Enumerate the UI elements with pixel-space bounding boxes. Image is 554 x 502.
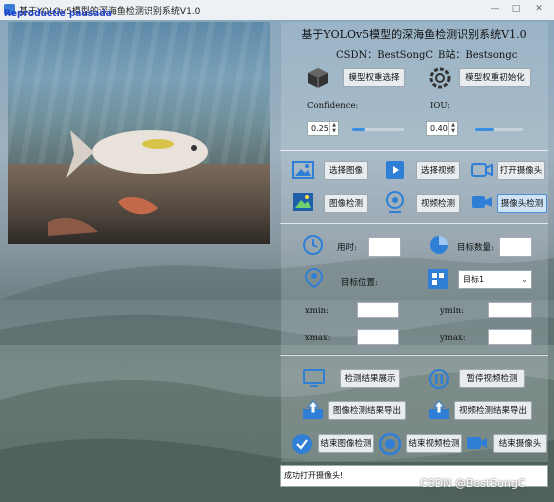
ymax-label: ymax: — [440, 333, 466, 343]
select-image-button[interactable]: 选择图像 — [324, 161, 368, 180]
close-button[interactable]: ✕ — [532, 3, 546, 16]
camera-off-icon — [467, 437, 487, 449]
webcam-icon — [386, 191, 404, 213]
export-icon — [429, 400, 449, 419]
video-display — [8, 22, 270, 244]
iou-value: 0.40 — [430, 124, 448, 133]
target-select-value: 目标1 — [463, 275, 485, 284]
confidence-slider-fill — [352, 128, 365, 131]
iou-spinbox[interactable]: 0.40 ▲ ▼ — [426, 121, 458, 136]
status-message: 成功打开摄像头! — [284, 471, 344, 480]
export-video-results-button[interactable]: 视频检测结果导出 — [454, 401, 532, 420]
app-window: 基于YOLOv5模型的深海鱼检测识别系统V1.0 — □ ✕ Reproduct… — [0, 0, 554, 502]
iou-label: IOU: — [430, 101, 451, 111]
select-video-button[interactable]: 选择视频 — [416, 161, 460, 180]
export-icon — [303, 400, 323, 419]
ymin-label: ymin: — [440, 306, 464, 316]
position-label: 目标位置: — [341, 278, 378, 288]
end-image-detect-button[interactable]: 结束图像检测 — [318, 434, 374, 453]
chevron-down-icon: ⌄ — [521, 275, 528, 284]
clock-icon — [303, 235, 323, 255]
xmin-box — [357, 302, 399, 318]
end-camera-button[interactable]: 结束摄像头 — [493, 434, 547, 453]
init-weights-button[interactable]: 模型权重初始化 — [459, 68, 531, 87]
image-detect-icon — [293, 193, 313, 211]
video-file-icon — [386, 161, 404, 179]
xmin-label: xmin: — [305, 306, 329, 316]
target-select[interactable]: 目标1 ⌄ — [458, 270, 532, 289]
iou-slider-fill — [475, 128, 495, 131]
confidence-spinbox[interactable]: 0.25 ▲ ▼ — [307, 121, 339, 136]
camcorder-icon — [472, 196, 492, 208]
video-detect-button[interactable]: 视频检测 — [416, 194, 460, 213]
app-heading: 基于YOLOv5模型的深海鱼检测识别系统V1.0 — [301, 28, 527, 41]
ymin-box — [488, 302, 532, 318]
confidence-value: 0.25 — [311, 124, 329, 133]
monitor-icon — [303, 369, 325, 387]
confidence-label: Confidence: — [307, 101, 359, 111]
time-label: 用时: — [337, 243, 357, 253]
page-watermark: CSDN @BestSongC — [420, 477, 526, 490]
maximize-button[interactable]: □ — [509, 3, 523, 16]
spin-arrows-icon[interactable]: ▲ ▼ — [448, 122, 457, 135]
select-weights-button[interactable]: 模型权重选择 — [343, 68, 405, 87]
check-circle-icon — [292, 434, 312, 454]
ymax-box — [488, 329, 532, 345]
bilibili-label: B站：Bestsongc — [438, 50, 518, 61]
overlay-watermark: Reproductie pausada — [4, 9, 112, 19]
image-icon — [292, 161, 314, 179]
time-value-box — [368, 237, 401, 257]
pause-icon — [429, 369, 449, 389]
csdn-label: CSDN：BestSongC — [336, 50, 434, 61]
xmax-box — [357, 329, 399, 345]
spin-arrows-icon[interactable]: ▲ ▼ — [329, 122, 338, 135]
count-value-box — [499, 237, 532, 257]
target-grid-icon — [428, 269, 448, 289]
minimize-button[interactable]: — — [488, 3, 502, 16]
stop-circle-icon — [378, 432, 402, 456]
open-camera-button[interactable]: 打开摄像头 — [497, 161, 545, 180]
export-image-results-button[interactable]: 图像检测结果导出 — [328, 401, 406, 420]
image-detect-button[interactable]: 图像检测 — [324, 194, 368, 213]
cube-icon — [308, 68, 328, 88]
location-pin-icon — [305, 268, 323, 288]
pause-video-button[interactable]: 暂停视频检测 — [459, 369, 525, 388]
camera-icon — [471, 163, 493, 177]
show-results-button[interactable]: 检测结果展示 — [340, 369, 400, 388]
pie-chart-icon — [430, 236, 448, 254]
xmax-label: xmax: — [305, 333, 331, 343]
camera-detect-button[interactable]: 摄像头检测 — [497, 194, 547, 213]
gear-icon — [429, 67, 451, 89]
iou-slider[interactable] — [475, 128, 523, 131]
confidence-slider[interactable] — [352, 128, 404, 131]
count-label: 目标数量: — [457, 243, 494, 253]
end-video-detect-button[interactable]: 结束视频检测 — [406, 434, 462, 453]
fish-image — [48, 130, 208, 236]
